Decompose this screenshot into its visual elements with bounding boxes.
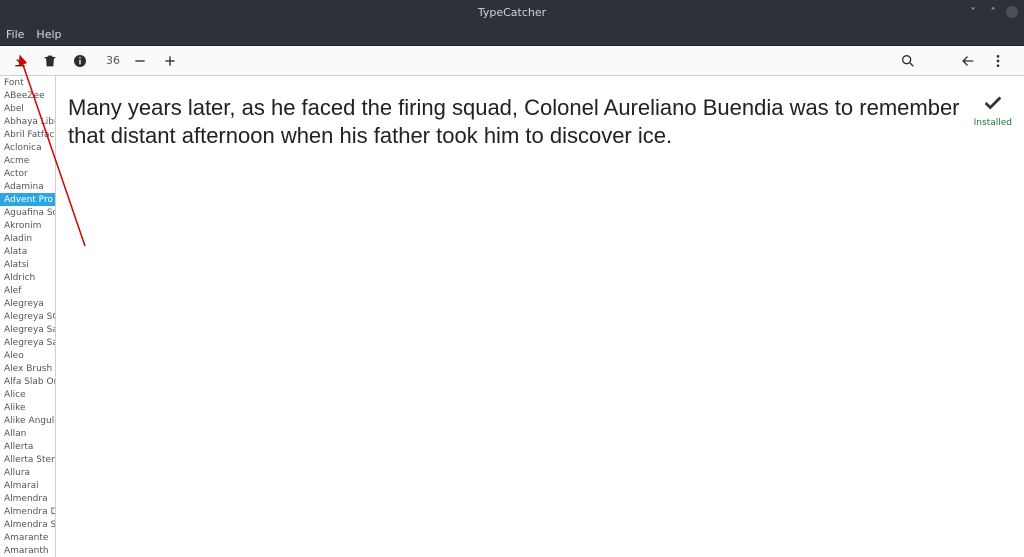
window-title: TypeCatcher — [478, 6, 546, 19]
font-list-item[interactable]: Almendra — [0, 492, 55, 505]
font-list-item[interactable]: Alata — [0, 245, 55, 258]
font-list-item[interactable]: Allerta — [0, 440, 55, 453]
font-list-item[interactable]: Alegreya SC — [0, 310, 55, 323]
menu-help[interactable]: Help — [36, 28, 61, 41]
font-list-sidebar[interactable]: FontABeeZeeAbelAbhaya LibreAbril Fatface… — [0, 76, 56, 557]
window-controls: ˅ ˄ — [966, 0, 1018, 24]
font-size-value: 36 — [104, 54, 122, 67]
font-list-item[interactable]: Alef — [0, 284, 55, 297]
trash-icon — [42, 53, 58, 69]
font-list-item[interactable]: Aguafina Script — [0, 206, 55, 219]
back-button[interactable] — [956, 49, 980, 73]
font-list-item[interactable]: Actor — [0, 167, 55, 180]
minimize-icon[interactable]: ˅ — [966, 5, 980, 19]
font-list-item[interactable]: ABeeZee — [0, 89, 55, 102]
font-list-item[interactable]: Almendra Display — [0, 505, 55, 518]
font-list-item[interactable]: Amarante — [0, 531, 55, 544]
info-button[interactable] — [68, 49, 92, 73]
window-titlebar: TypeCatcher ˅ ˄ — [0, 0, 1024, 24]
font-list-item[interactable]: Aleo — [0, 349, 55, 362]
download-icon — [12, 53, 28, 69]
font-list-item[interactable]: Akronim — [0, 219, 55, 232]
font-list-item[interactable]: Alike — [0, 401, 55, 414]
preview-text: Many years later, as he faced the firing… — [68, 94, 964, 149]
font-list-item[interactable]: Abel — [0, 102, 55, 115]
more-vertical-icon — [990, 53, 1006, 69]
font-list-item[interactable]: Font — [0, 76, 55, 89]
install-status-label: Installed — [974, 118, 1012, 128]
font-list-item[interactable]: Allerta Stencil — [0, 453, 55, 466]
delete-button[interactable] — [38, 49, 62, 73]
font-list-item[interactable]: Alegreya — [0, 297, 55, 310]
font-list-item[interactable]: Alice — [0, 388, 55, 401]
font-list-item[interactable]: Alatsi — [0, 258, 55, 271]
menubar: File Help — [0, 24, 1024, 46]
font-list-item[interactable]: Allan — [0, 427, 55, 440]
font-list-item[interactable]: Aclonica — [0, 141, 55, 154]
font-list-item[interactable]: Amaranth — [0, 544, 55, 557]
font-list-item[interactable]: Alfa Slab One — [0, 375, 55, 388]
back-icon — [960, 53, 976, 69]
preview-area: Many years later, as he faced the firing… — [56, 76, 1024, 557]
check-icon — [982, 92, 1004, 114]
font-list-item[interactable]: Abril Fatface — [0, 128, 55, 141]
increase-size-button[interactable] — [158, 49, 182, 73]
maximize-icon[interactable]: ˄ — [986, 5, 1000, 19]
font-list-item[interactable]: Alegreya Sans — [0, 323, 55, 336]
toolbar: 36 — [0, 46, 1024, 76]
font-list-item[interactable]: Abhaya Libre — [0, 115, 55, 128]
menu-file[interactable]: File — [6, 28, 24, 41]
font-list-item[interactable]: Aldrich — [0, 271, 55, 284]
search-button[interactable] — [896, 49, 920, 73]
font-list-item[interactable]: Almendra SC — [0, 518, 55, 531]
download-button[interactable] — [8, 49, 32, 73]
font-list-item[interactable]: Adamina — [0, 180, 55, 193]
search-icon — [900, 53, 916, 69]
more-button[interactable] — [986, 49, 1010, 73]
close-icon[interactable] — [1006, 6, 1018, 18]
font-list-item[interactable]: Alex Brush — [0, 362, 55, 375]
font-list-item[interactable]: Allura — [0, 466, 55, 479]
main-body: FontABeeZeeAbelAbhaya LibreAbril Fatface… — [0, 76, 1024, 557]
plus-icon — [162, 53, 178, 69]
font-list-item[interactable]: Alegreya Sans SC — [0, 336, 55, 349]
info-icon — [72, 53, 88, 69]
font-list-item[interactable]: Acme — [0, 154, 55, 167]
font-list-item[interactable]: Aladin — [0, 232, 55, 245]
font-list-item[interactable]: Advent Pro — [0, 193, 55, 206]
font-list-item[interactable]: Almarai — [0, 479, 55, 492]
font-list-item[interactable]: Alike Angular — [0, 414, 55, 427]
install-indicator: Installed — [974, 92, 1012, 128]
minus-icon — [132, 53, 148, 69]
decrease-size-button[interactable] — [128, 49, 152, 73]
